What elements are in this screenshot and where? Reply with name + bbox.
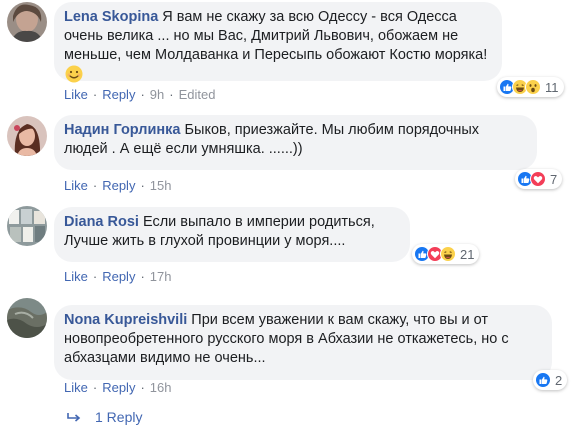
comment-actions: Like · Reply · 16h — [64, 380, 172, 395]
comment-author[interactable]: Надин Горлинка — [64, 122, 181, 138]
reply-link[interactable]: Reply — [102, 178, 135, 193]
avatar-nona-kupreishvili[interactable] — [7, 298, 47, 338]
reaction-count: 2 — [555, 372, 563, 388]
comment-author[interactable]: Diana Rosi — [64, 214, 139, 230]
comment-timestamp[interactable]: 16h — [150, 380, 172, 395]
avatar-diana-rosi[interactable] — [7, 206, 47, 246]
edited-label[interactable]: Edited — [179, 87, 216, 102]
comment-bubble: Nona Kupreishvili При всем уважении к вам… — [54, 305, 552, 380]
view-replies-link[interactable]: 1 Reply — [67, 409, 142, 425]
reaction-summary[interactable]: 11 — [497, 77, 564, 97]
comment-bubble: Надин Горлинка Быков, приезжайте. Мы люби… — [54, 115, 537, 170]
comment-timestamp[interactable]: 9h — [150, 87, 164, 102]
comment-actions: Like · Reply · 17h — [64, 269, 172, 284]
like-link[interactable]: Like — [64, 87, 88, 102]
smile-emoji-icon — [65, 65, 83, 89]
comment-author[interactable]: Nona Kupreishvili — [64, 312, 187, 328]
wow-reaction-icon — [525, 79, 541, 95]
reply-link[interactable]: Reply — [102, 380, 135, 395]
reaction-summary[interactable]: 2 — [533, 370, 568, 390]
haha-reaction-icon — [440, 246, 456, 262]
love-reaction-icon — [530, 171, 546, 187]
comment-actions: Like · Reply · 9h · Edited — [64, 87, 216, 102]
comment-author[interactable]: Lena Skopina — [64, 9, 158, 25]
like-link[interactable]: Like — [64, 380, 88, 395]
comment-timestamp[interactable]: 15h — [150, 178, 172, 193]
reply-link[interactable]: Reply — [102, 87, 135, 102]
like-link[interactable]: Like — [64, 178, 88, 193]
reply-link[interactable]: Reply — [102, 269, 135, 284]
like-link[interactable]: Like — [64, 269, 88, 284]
comment-timestamp[interactable]: 17h — [150, 269, 172, 284]
comment-bubble: Diana Rosi Если выпало в империи родиться… — [54, 207, 410, 262]
reaction-summary[interactable]: 7 — [515, 169, 563, 189]
reply-arrow-icon — [67, 412, 81, 422]
comment-bubble: Lena Skopina Я вам не скажу за всю Одессу… — [54, 2, 502, 83]
like-reaction-icon — [535, 372, 551, 388]
reaction-count: 11 — [545, 79, 559, 95]
reaction-count: 21 — [460, 246, 475, 262]
reaction-count: 7 — [550, 171, 558, 187]
avatar-lena-skopina[interactable] — [7, 2, 47, 42]
avatar-nadin-gorlinka[interactable] — [7, 116, 47, 156]
comment-actions: Like · Reply · 15h — [64, 178, 172, 193]
replies-count-label[interactable]: 1 Reply — [95, 409, 142, 425]
reaction-summary[interactable]: 21 — [412, 244, 480, 264]
